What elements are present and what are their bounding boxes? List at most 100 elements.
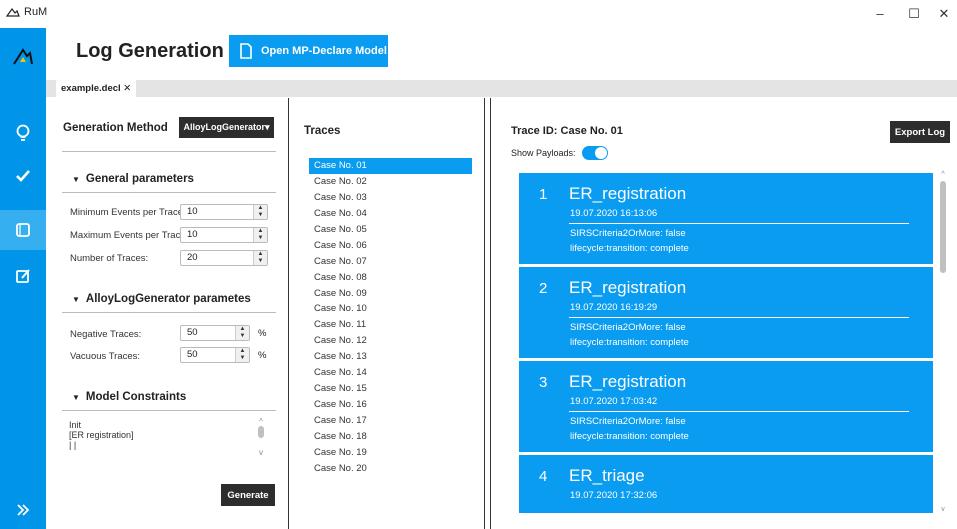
num-traces-value: 20 [187, 252, 198, 263]
scroll-up-icon[interactable]: ^ [256, 417, 266, 426]
event-name: ER_registration [569, 184, 687, 203]
event-card[interactable]: 1 ER_registration 19.07.2020 16:13:06 SIRSC… [519, 173, 933, 264]
constraint-line: | | [69, 440, 77, 450]
model-constraints-header[interactable]: ▼ Model Constraints [72, 391, 186, 403]
generation-method-label: Generation Method [63, 122, 168, 134]
trace-list-item[interactable]: Case No. 17 [309, 413, 472, 429]
collapse-triangle-icon: ▼ [72, 294, 80, 304]
scroll-thumb[interactable] [258, 426, 264, 438]
event-card[interactable]: 2 ER_registration 19.07.2020 16:19:29 SIRSC… [519, 267, 933, 358]
trace-list-item[interactable]: Case No. 04 [309, 206, 472, 222]
maximize-button[interactable]: ☐ [902, 4, 926, 24]
check-icon[interactable] [0, 156, 46, 196]
trace-list-item[interactable]: Case No. 19 [309, 445, 472, 461]
negative-traces-value: 50 [187, 327, 198, 338]
trace-list-item[interactable]: Case No. 12 [309, 333, 472, 349]
open-model-button[interactable]: Open MP-Declare Model [229, 35, 388, 67]
generate-button[interactable]: Generate [221, 484, 275, 506]
event-separator [569, 317, 909, 318]
max-events-label: Maximum Events per Trace: [70, 230, 189, 241]
scroll-up-icon[interactable]: ^ [938, 171, 948, 178]
max-events-value: 10 [187, 229, 198, 240]
event-number: 4 [539, 468, 548, 485]
trace-list-item[interactable]: Case No. 02 [309, 174, 472, 190]
constraints-scrollbar[interactable]: ^ v [256, 417, 266, 461]
min-events-stepper[interactable]: 10 ▲ ▼ [180, 204, 268, 220]
negative-traces-label: Negative Traces: [70, 329, 142, 340]
scroll-down-icon[interactable]: v [938, 506, 948, 513]
close-button[interactable]: ✕ [932, 4, 956, 24]
event-payload: SIRSCriteria2OrMore: false [570, 228, 686, 239]
stepper-arrows-icon[interactable]: ▲ ▼ [253, 205, 267, 219]
pane-divider-right-a[interactable] [484, 98, 485, 529]
max-events-stepper[interactable]: 10 ▲ ▼ [180, 227, 268, 243]
trace-list-item[interactable]: Case No. 01 [309, 158, 472, 174]
stepper-arrows-icon[interactable]: ▲ ▼ [235, 348, 249, 362]
lightbulb-icon[interactable] [0, 114, 46, 154]
constraint-line: [ER registration] [69, 430, 134, 440]
export-log-button[interactable]: Export Log [890, 121, 950, 143]
trace-list-item[interactable]: Case No. 06 [309, 238, 472, 254]
alloy-parameters-header[interactable]: ▼ AlloyLogGenerator parametes [72, 293, 251, 305]
expand-double-chevron-icon[interactable] [0, 490, 46, 529]
event-number: 3 [539, 374, 548, 391]
num-traces-stepper[interactable]: 20 ▲ ▼ [180, 250, 268, 266]
trace-list-item[interactable]: Case No. 18 [309, 429, 472, 445]
event-payload: SIRSCriteria2OrMore: false [570, 416, 686, 427]
show-payloads-toggle[interactable] [581, 146, 608, 160]
trace-list-item[interactable]: Case No. 05 [309, 222, 472, 238]
event-separator [569, 223, 909, 224]
stepper-arrows-icon[interactable]: ▲ ▼ [253, 251, 267, 265]
event-payload: lifecycle:transition: complete [570, 337, 689, 348]
pane-divider-left[interactable] [288, 98, 289, 529]
event-timestamp: 19.07.2020 17:32:06 [570, 490, 658, 501]
trace-list-item[interactable]: Case No. 16 [309, 397, 472, 413]
trace-list-item[interactable]: Case No. 13 [309, 349, 472, 365]
alloy-parameters-title: AlloyLogGenerator parametes [85, 293, 251, 305]
show-payloads-row: Show Payloads: [511, 146, 608, 160]
trace-list-item[interactable]: Case No. 10 [309, 301, 472, 317]
event-timestamp: 19.07.2020 16:13:06 [570, 208, 658, 219]
trace-list: Case No. 01 Case No. 02 Case No. 03 Case No… [309, 158, 472, 477]
stepper-arrows-icon[interactable]: ▲ ▼ [253, 228, 267, 242]
negative-traces-stepper[interactable]: 50 ▲ ▼ [180, 325, 250, 341]
page-title: Log Generation [76, 40, 224, 62]
minimize-button[interactable]: – [868, 4, 892, 24]
constraints-textarea[interactable]: Init [ER registration] | | [69, 420, 134, 450]
stepper-arrows-icon[interactable]: ▲ ▼ [235, 326, 249, 340]
event-payload: SIRSCriteria2OrMore: false [570, 322, 686, 333]
edit-icon[interactable] [0, 256, 46, 296]
traces-title: Traces [304, 125, 341, 137]
event-name: ER_triage [569, 466, 645, 485]
trace-list-item[interactable]: Case No. 20 [309, 461, 472, 477]
generation-method-dropdown[interactable]: AlloyLogGenerator▾ [179, 117, 274, 138]
num-traces-label: Number of Traces: [70, 253, 149, 264]
trace-list-item[interactable]: Case No. 15 [309, 381, 472, 397]
event-card[interactable]: 4 ER_triage 19.07.2020 17:32:06 [519, 455, 933, 513]
rum-home-icon[interactable] [0, 36, 46, 76]
app-name: RuM [24, 6, 48, 18]
event-list-scrollbar[interactable]: ^ v [938, 171, 948, 513]
event-separator [569, 411, 909, 412]
tab-example-decl[interactable]: example.decl ✕ [56, 80, 137, 97]
general-parameters-header[interactable]: ▼ General parameters [72, 173, 194, 185]
show-payloads-label: Show Payloads: [511, 148, 576, 158]
trace-list-item[interactable]: Case No. 03 [309, 190, 472, 206]
trace-list-item[interactable]: Case No. 07 [309, 254, 472, 270]
trace-list-item[interactable]: Case No. 09 [309, 286, 472, 302]
vacuous-traces-stepper[interactable]: 50 ▲ ▼ [180, 347, 250, 363]
pane-divider-right-b[interactable] [490, 98, 491, 529]
scroll-down-icon[interactable]: v [256, 448, 266, 457]
scroll-thumb[interactable] [940, 181, 946, 273]
log-generation-icon[interactable] [0, 210, 46, 250]
app-title: RuM [6, 6, 47, 18]
trace-list-item[interactable]: Case No. 14 [309, 365, 472, 381]
event-name: ER_registration [569, 278, 687, 297]
event-name: ER_registration [569, 372, 687, 391]
trace-list-item[interactable]: Case No. 11 [309, 317, 472, 333]
divider [62, 192, 276, 193]
trace-list-item[interactable]: Case No. 08 [309, 270, 472, 286]
event-card[interactable]: 3 ER_registration 19.07.2020 17:03:42 SIRSC… [519, 361, 933, 452]
rum-logo-icon [6, 7, 20, 17]
event-number: 2 [539, 280, 548, 297]
